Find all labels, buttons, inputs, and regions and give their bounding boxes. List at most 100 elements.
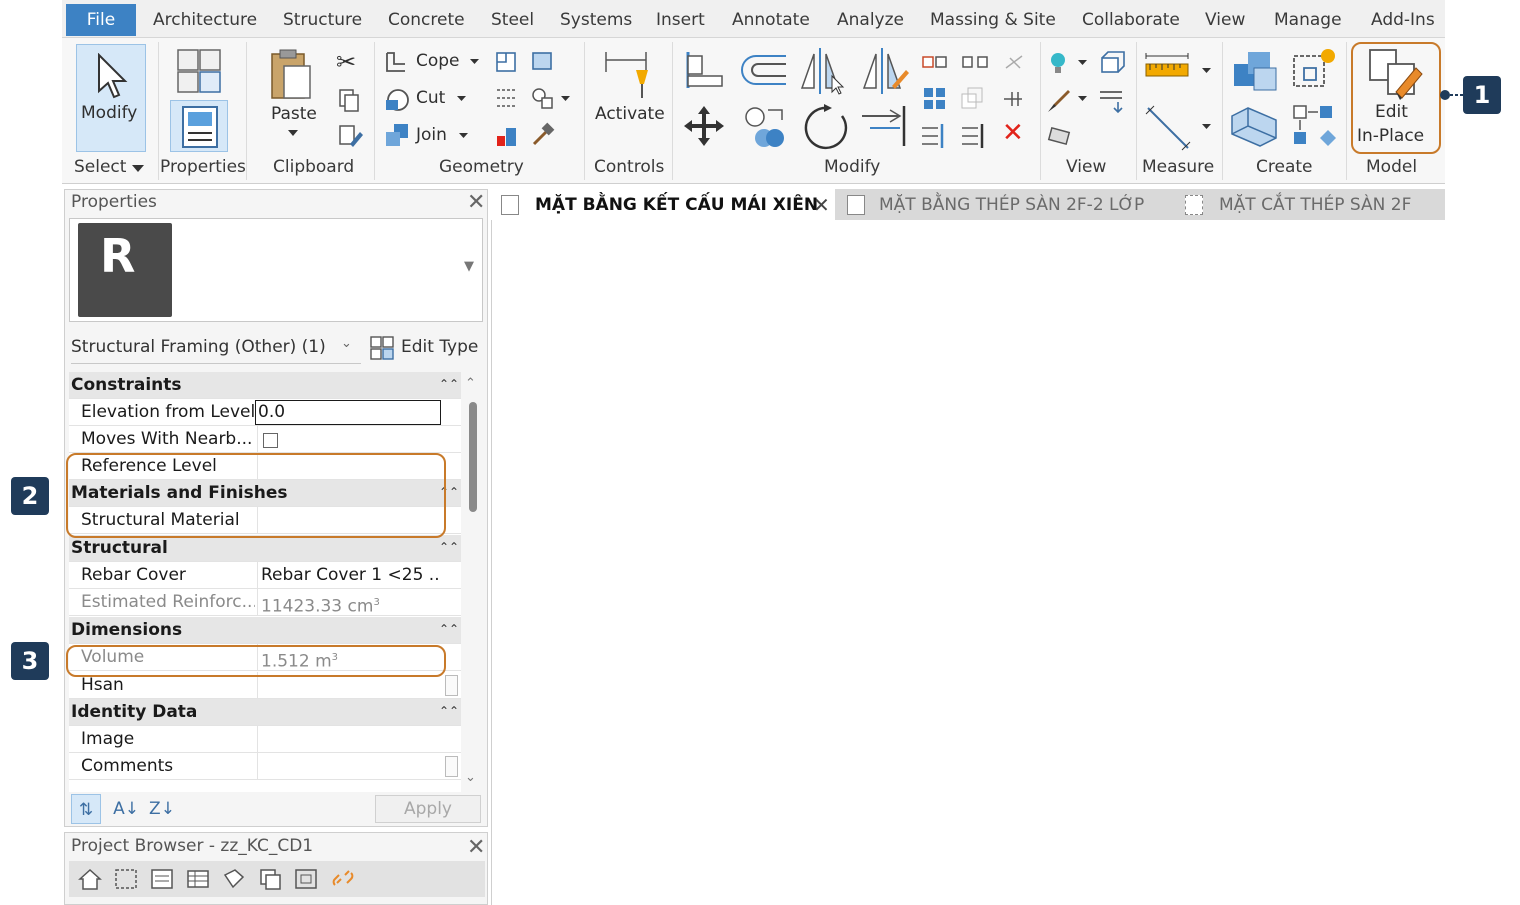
modify-button[interactable]: Modify bbox=[76, 44, 146, 152]
close-icon[interactable]: ✕ bbox=[813, 189, 830, 221]
floor-plan-icon[interactable] bbox=[113, 867, 139, 891]
type-properties-icon[interactable] bbox=[174, 46, 226, 96]
mirror-draw-axis-icon[interactable] bbox=[860, 46, 910, 96]
category-constraints[interactable]: Constraints ⌃⌃ bbox=[69, 372, 461, 399]
array-icon[interactable] bbox=[922, 86, 948, 112]
align-icon[interactable] bbox=[682, 50, 726, 90]
collapse-icon[interactable]: ⌃⌃ bbox=[439, 540, 459, 554]
home-icon[interactable] bbox=[77, 867, 103, 891]
tab-add-ins[interactable]: Add-Ins bbox=[1371, 0, 1435, 38]
rotate-icon[interactable] bbox=[802, 102, 852, 152]
cut-button[interactable]: Cut bbox=[416, 88, 445, 108]
category-structural[interactable]: Structural ⌃⌃ bbox=[69, 535, 461, 562]
aligned-dimension-icon[interactable] bbox=[1144, 104, 1192, 152]
moves-with-checkbox[interactable] bbox=[263, 433, 278, 448]
tab-file[interactable]: File bbox=[66, 4, 136, 36]
wall-joins-icon[interactable] bbox=[494, 50, 520, 74]
paste-icon[interactable] bbox=[268, 48, 312, 102]
browse-button[interactable] bbox=[445, 756, 458, 777]
paste-label[interactable]: Paste bbox=[271, 104, 317, 124]
tab-architecture[interactable]: Architecture bbox=[153, 0, 257, 38]
demolish-hammer-icon[interactable] bbox=[530, 122, 556, 148]
mirror-pick-axis-icon[interactable] bbox=[798, 46, 848, 96]
sort-ascending-icon[interactable]: A↓ bbox=[111, 794, 141, 824]
sheet-list-icon[interactable] bbox=[149, 867, 175, 891]
create-assembly-icon[interactable] bbox=[1290, 102, 1340, 150]
activate-button[interactable]: Activate bbox=[595, 104, 665, 124]
split-with-gap-icon[interactable] bbox=[960, 52, 990, 72]
scrollbar-thumb[interactable] bbox=[469, 402, 477, 512]
trim-multiple-icon[interactable] bbox=[960, 122, 988, 150]
move-icon[interactable] bbox=[682, 104, 726, 148]
copy-element-icon[interactable] bbox=[742, 104, 788, 150]
group-icon[interactable] bbox=[257, 867, 283, 891]
tab-systems[interactable]: Systems bbox=[560, 0, 632, 38]
type-preview[interactable]: R ▼ bbox=[69, 218, 483, 322]
instance-filter-dropdown[interactable]: Structural Framing (Other) (1) bbox=[71, 330, 361, 364]
scroll-up-icon[interactable]: ⌃ bbox=[465, 376, 476, 391]
tab-massing-site[interactable]: Massing & Site bbox=[930, 0, 1056, 38]
override-graphics-icon[interactable] bbox=[1048, 50, 1070, 76]
comments-value[interactable] bbox=[257, 753, 441, 780]
tab-view[interactable]: View bbox=[1205, 0, 1245, 38]
elevation-input[interactable]: 0.0 bbox=[255, 400, 441, 425]
measure-tape-icon[interactable] bbox=[1144, 52, 1192, 82]
tab-structure[interactable]: Structure bbox=[283, 0, 362, 38]
collapse-icon[interactable]: ⌃⌃ bbox=[439, 622, 459, 636]
rebar-cover-value[interactable]: Rebar Cover 1 <25 ... bbox=[257, 562, 441, 589]
tab-mat-bang-thep-san[interactable]: MẶT BẰNG THÉP SÀN 2F-2 LỚP bbox=[837, 189, 1167, 220]
create-similar-icon[interactable] bbox=[1288, 46, 1338, 94]
category-dimensions[interactable]: Dimensions ⌃⌃ bbox=[69, 617, 461, 644]
split-face-icon[interactable] bbox=[530, 50, 556, 74]
create-parts-icon[interactable] bbox=[1228, 104, 1280, 150]
split-element-icon[interactable] bbox=[920, 52, 950, 72]
unpin-icon[interactable] bbox=[1002, 52, 1028, 72]
category-identity-data[interactable]: Identity Data ⌃⌃ bbox=[69, 699, 461, 726]
create-group-icon[interactable] bbox=[1230, 48, 1280, 96]
panel-select[interactable]: Select bbox=[74, 157, 126, 177]
section-box-icon[interactable] bbox=[1046, 124, 1074, 150]
match-properties-icon[interactable] bbox=[338, 124, 364, 148]
tab-mat-bang-ket-cau-mai-xien[interactable]: MẶT BẰNG KẾT CẤU MÁI XIÊN ✕ bbox=[491, 189, 835, 220]
beam-join-icon[interactable] bbox=[494, 86, 520, 112]
tab-concrete[interactable]: Concrete bbox=[388, 0, 465, 38]
close-icon[interactable]: ✕ bbox=[467, 190, 485, 215]
revit-links-icon[interactable] bbox=[293, 867, 319, 891]
image-value[interactable] bbox=[257, 726, 441, 753]
tab-steel[interactable]: Steel bbox=[491, 0, 534, 38]
activate-dimension-icon[interactable] bbox=[602, 48, 650, 102]
sort-descending-icon[interactable]: Z↓ bbox=[147, 794, 177, 824]
properties-button[interactable] bbox=[170, 100, 228, 152]
tab-mat-cat-thep-san[interactable]: MẶT CẮT THÉP SÀN 2F bbox=[1179, 189, 1445, 220]
cut-scissors-icon[interactable]: ✂ bbox=[336, 48, 356, 76]
scale-icon[interactable] bbox=[960, 86, 986, 112]
tab-annotate[interactable]: Annotate bbox=[732, 0, 810, 38]
tab-collaborate[interactable]: Collaborate bbox=[1082, 0, 1180, 38]
trim-single-icon[interactable] bbox=[920, 122, 948, 150]
close-icon[interactable]: ✕ bbox=[467, 835, 485, 860]
remove-paint-icon[interactable] bbox=[530, 86, 560, 112]
offset-icon[interactable] bbox=[738, 52, 788, 92]
linework-brush-icon[interactable] bbox=[1046, 88, 1072, 114]
family-icon[interactable] bbox=[221, 867, 247, 891]
chevron-down-icon[interactable]: ⌄ bbox=[341, 336, 352, 351]
wall-profile-icon[interactable] bbox=[494, 122, 520, 148]
delete-icon[interactable]: ✕ bbox=[1002, 118, 1024, 148]
tab-manage[interactable]: Manage bbox=[1274, 0, 1342, 38]
tab-analyze[interactable]: Analyze bbox=[837, 0, 904, 38]
cope-button[interactable]: Cope bbox=[416, 51, 460, 71]
tab-insert[interactable]: Insert bbox=[656, 0, 705, 38]
trim-extend-icon[interactable] bbox=[860, 102, 912, 148]
hide-in-view-icon[interactable] bbox=[1098, 50, 1126, 76]
collapse-icon[interactable]: ⌃⌃ bbox=[439, 377, 459, 391]
collapse-icon[interactable]: ⌃⌃ bbox=[439, 704, 459, 718]
copy-icon[interactable] bbox=[338, 88, 360, 112]
schedule-icon[interactable] bbox=[185, 867, 211, 891]
filter-lines-icon[interactable] bbox=[1098, 88, 1126, 114]
chevron-down-icon[interactable]: ▼ bbox=[464, 259, 474, 274]
apply-button[interactable]: Apply bbox=[375, 795, 481, 823]
pin-icon[interactable] bbox=[1000, 86, 1026, 112]
browse-button[interactable] bbox=[445, 675, 458, 696]
join-button[interactable]: Join bbox=[416, 125, 447, 145]
categorized-view-icon[interactable]: ⇅ bbox=[71, 794, 101, 824]
